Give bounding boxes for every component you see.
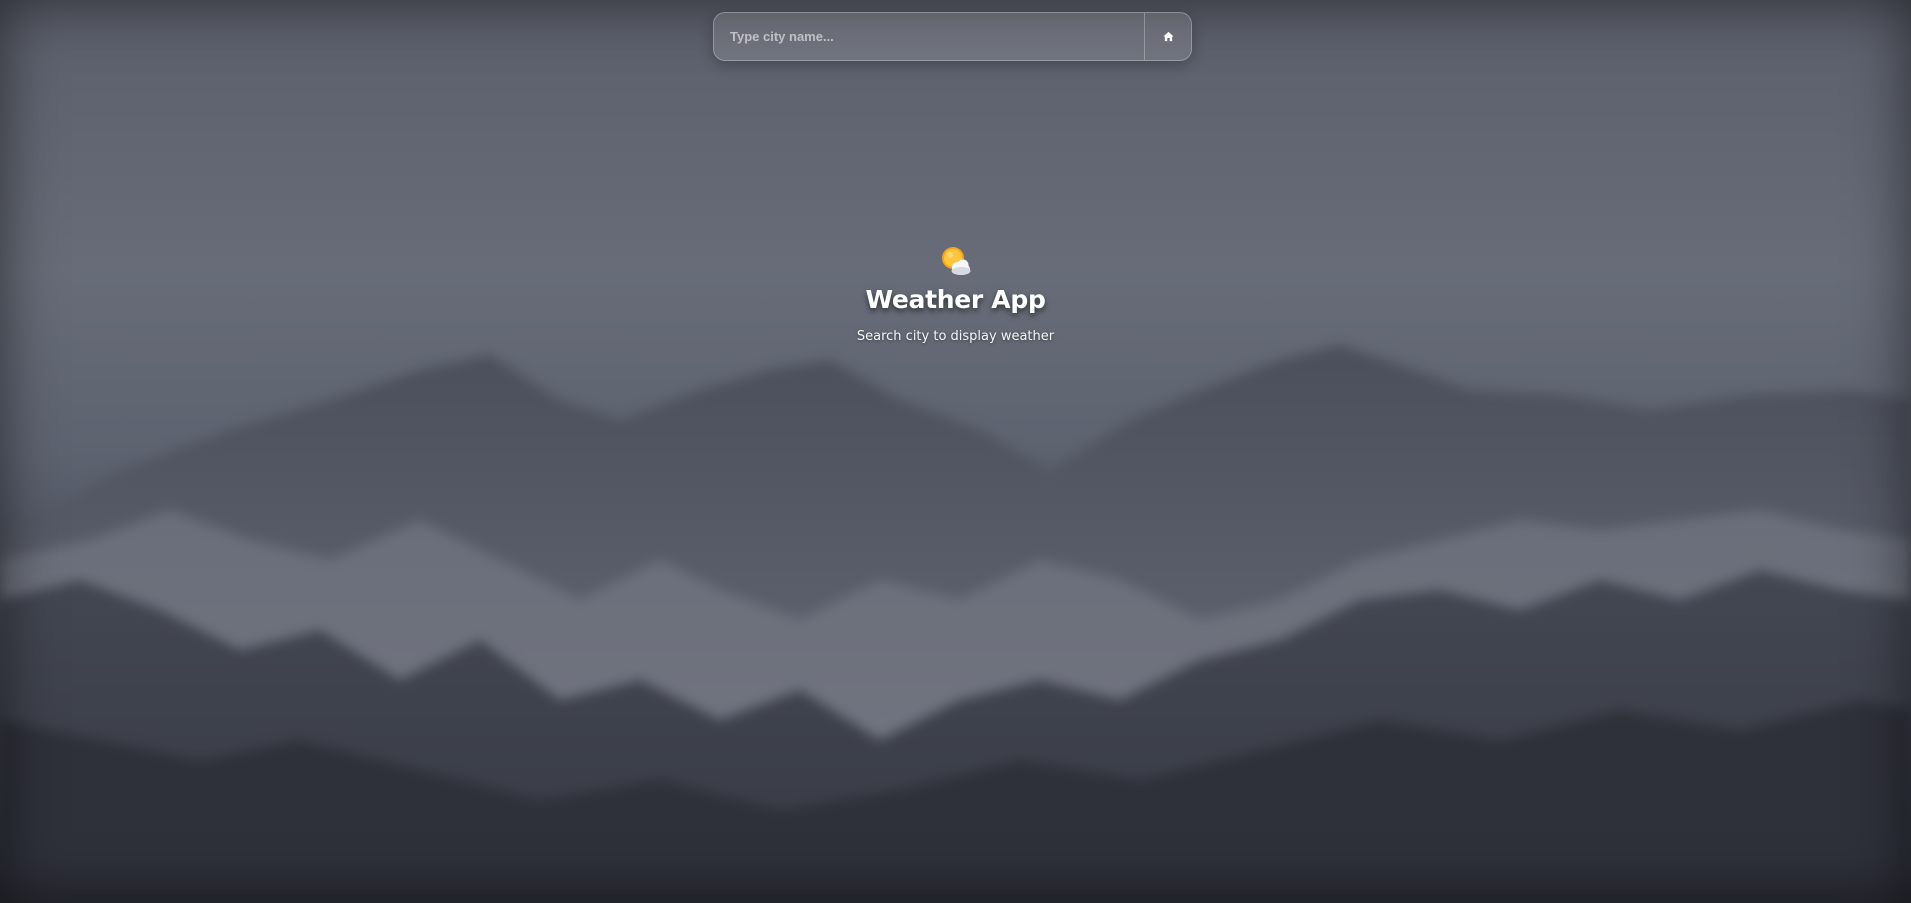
app-subtitle: Search city to display weather [856,329,1055,344]
city-search-input[interactable] [714,13,1144,60]
city-search-bar [713,12,1192,61]
app-page: Weather App Search city to display weath… [0,0,1911,903]
home-icon [1162,31,1174,42]
sun-behind-cloud-icon [941,247,970,275]
home-button[interactable] [1144,13,1191,60]
welcome-message: Weather App Search city to display weath… [0,244,1911,344]
app-title: Weather App [865,285,1046,314]
mountain-background-image [0,345,1911,903]
